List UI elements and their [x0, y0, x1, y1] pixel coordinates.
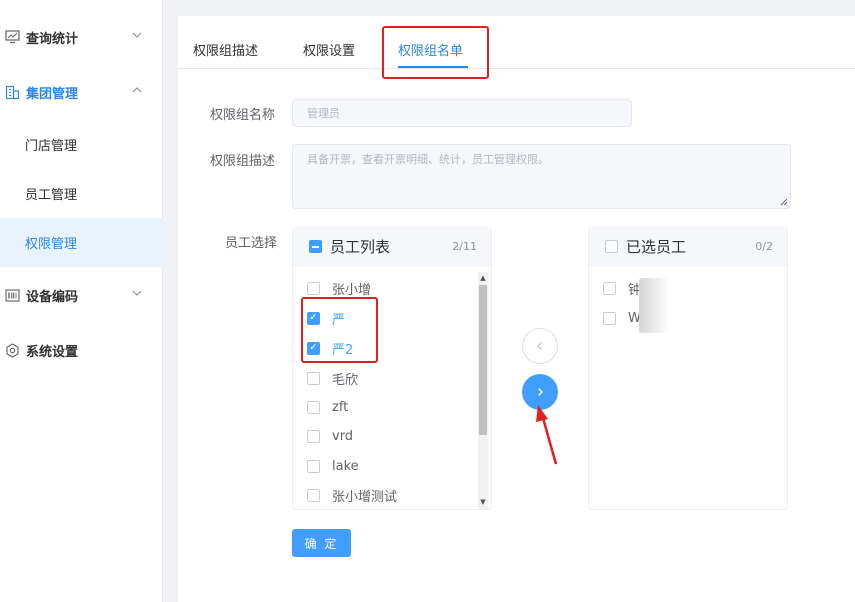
select-all-checkbox[interactable] — [309, 240, 322, 253]
chevron-up-icon — [132, 87, 142, 93]
list-item[interactable]: vrd — [307, 426, 353, 446]
menu-label: 查询统计 — [26, 31, 79, 47]
item-label: zft — [332, 399, 349, 415]
item-label: vrd — [332, 428, 354, 444]
submenu-label: 员工管理 — [25, 188, 78, 203]
transfer-right-panel: 已选员工 0/2 钟 W — [588, 227, 788, 510]
barcode-icon — [4, 287, 20, 303]
chevron-down-icon — [132, 32, 142, 38]
group-name-label: 权限组名称 — [210, 108, 276, 123]
submenu-store-management[interactable]: 门店管理 — [0, 120, 163, 169]
chevron-left-icon — [537, 342, 542, 350]
item-checkbox[interactable] — [307, 488, 320, 502]
resize-grip-icon[interactable] — [780, 198, 788, 206]
tab-permission-settings[interactable]: 权限设置 — [303, 40, 355, 59]
transfer-right-title: 已选员工 — [626, 238, 687, 256]
gear-icon — [4, 342, 20, 358]
transfer-left-panel: 员工列表 2/11 张小增 ✓ 严 ✓ 严2 毛欣 zft vrd lake 张小增… — [292, 227, 492, 510]
submenu-label: 权限管理 — [25, 237, 78, 252]
tab-group-description[interactable]: 权限组描述 — [193, 40, 258, 59]
transfer-left-title: 员工列表 — [330, 238, 391, 256]
monitor-icon — [4, 29, 20, 45]
annotation-highlight-checked — [301, 297, 378, 363]
transfer-left-count: 2/11 — [452, 240, 477, 253]
item-label: 毛欣 — [332, 372, 359, 388]
scroll-up-arrow-icon[interactable]: ▲ — [478, 273, 488, 283]
group-name-placeholder: 管理员 — [307, 107, 340, 120]
item-checkbox[interactable] — [603, 281, 616, 295]
annotation-highlight-tab — [382, 26, 489, 79]
transfer-left-button[interactable] — [522, 328, 558, 364]
menu-group-management[interactable]: 集团管理 — [0, 67, 163, 117]
item-label: lake — [332, 458, 359, 474]
list-item[interactable]: W — [603, 308, 641, 328]
item-checkbox[interactable] — [307, 429, 320, 443]
list-item[interactable]: zft — [307, 397, 348, 417]
list-item[interactable]: 钟 — [603, 278, 641, 298]
menu-device-code[interactable]: 设备编码 — [0, 270, 163, 320]
item-checkbox[interactable] — [307, 459, 320, 473]
group-desc-textarea[interactable]: 具备开票，查看开票明细、统计，员工管理权限。 — [292, 144, 791, 209]
menu-label: 系统设置 — [26, 344, 79, 360]
item-label: 张小增测试 — [332, 489, 398, 505]
list-item[interactable]: 毛欣 — [307, 368, 358, 388]
menu-system-settings[interactable]: 系统设置 — [0, 325, 163, 375]
item-checkbox[interactable] — [307, 281, 320, 295]
scrollbar-thumb[interactable] — [479, 285, 487, 435]
select-all-checkbox[interactable] — [605, 240, 618, 253]
redaction-blur — [639, 278, 669, 333]
list-item[interactable]: lake — [307, 456, 359, 476]
confirm-button[interactable]: 确 定 — [292, 529, 351, 557]
menu-label: 设备编码 — [26, 289, 79, 305]
list-item[interactable]: 张小增 — [307, 278, 371, 298]
transfer-left-header: 员工列表 2/11 — [293, 228, 491, 266]
transfer-right-header: 已选员工 0/2 — [589, 228, 787, 266]
chevron-down-icon — [132, 290, 142, 296]
submenu-permission-management[interactable]: 权限管理 — [0, 218, 163, 267]
submenu-staff-management[interactable]: 员工管理 — [0, 169, 163, 218]
scroll-down-arrow-icon[interactable]: ▼ — [478, 497, 488, 507]
item-checkbox[interactable] — [603, 311, 616, 325]
item-checkbox[interactable] — [307, 371, 320, 385]
group-desc-label: 权限组描述 — [210, 154, 276, 169]
list-item[interactable]: 张小增测试 — [307, 485, 397, 505]
annotation-arrow-icon — [536, 405, 558, 465]
group-name-input[interactable]: 管理员 — [292, 99, 632, 127]
staff-select-label: 员工选择 — [225, 236, 278, 251]
item-label: 张小增 — [332, 282, 372, 298]
transfer-right-count: 0/2 — [755, 240, 773, 253]
sidebar: 查询统计 集团管理 门店管理 员工管理 权限管理 设备编码 系统设置 — [0, 0, 163, 602]
tab-bar: 权限组描述 权限设置 权限组名单 — [178, 16, 855, 69]
submenu-label: 门店管理 — [25, 139, 78, 154]
chevron-right-icon — [538, 388, 543, 396]
menu-query-stats[interactable]: 查询统计 — [0, 12, 163, 62]
group-desc-placeholder: 具备开票，查看开票明细、统计，员工管理权限。 — [307, 153, 549, 166]
menu-label: 集团管理 — [26, 86, 79, 102]
building-icon — [4, 84, 20, 100]
item-checkbox[interactable] — [307, 400, 320, 414]
